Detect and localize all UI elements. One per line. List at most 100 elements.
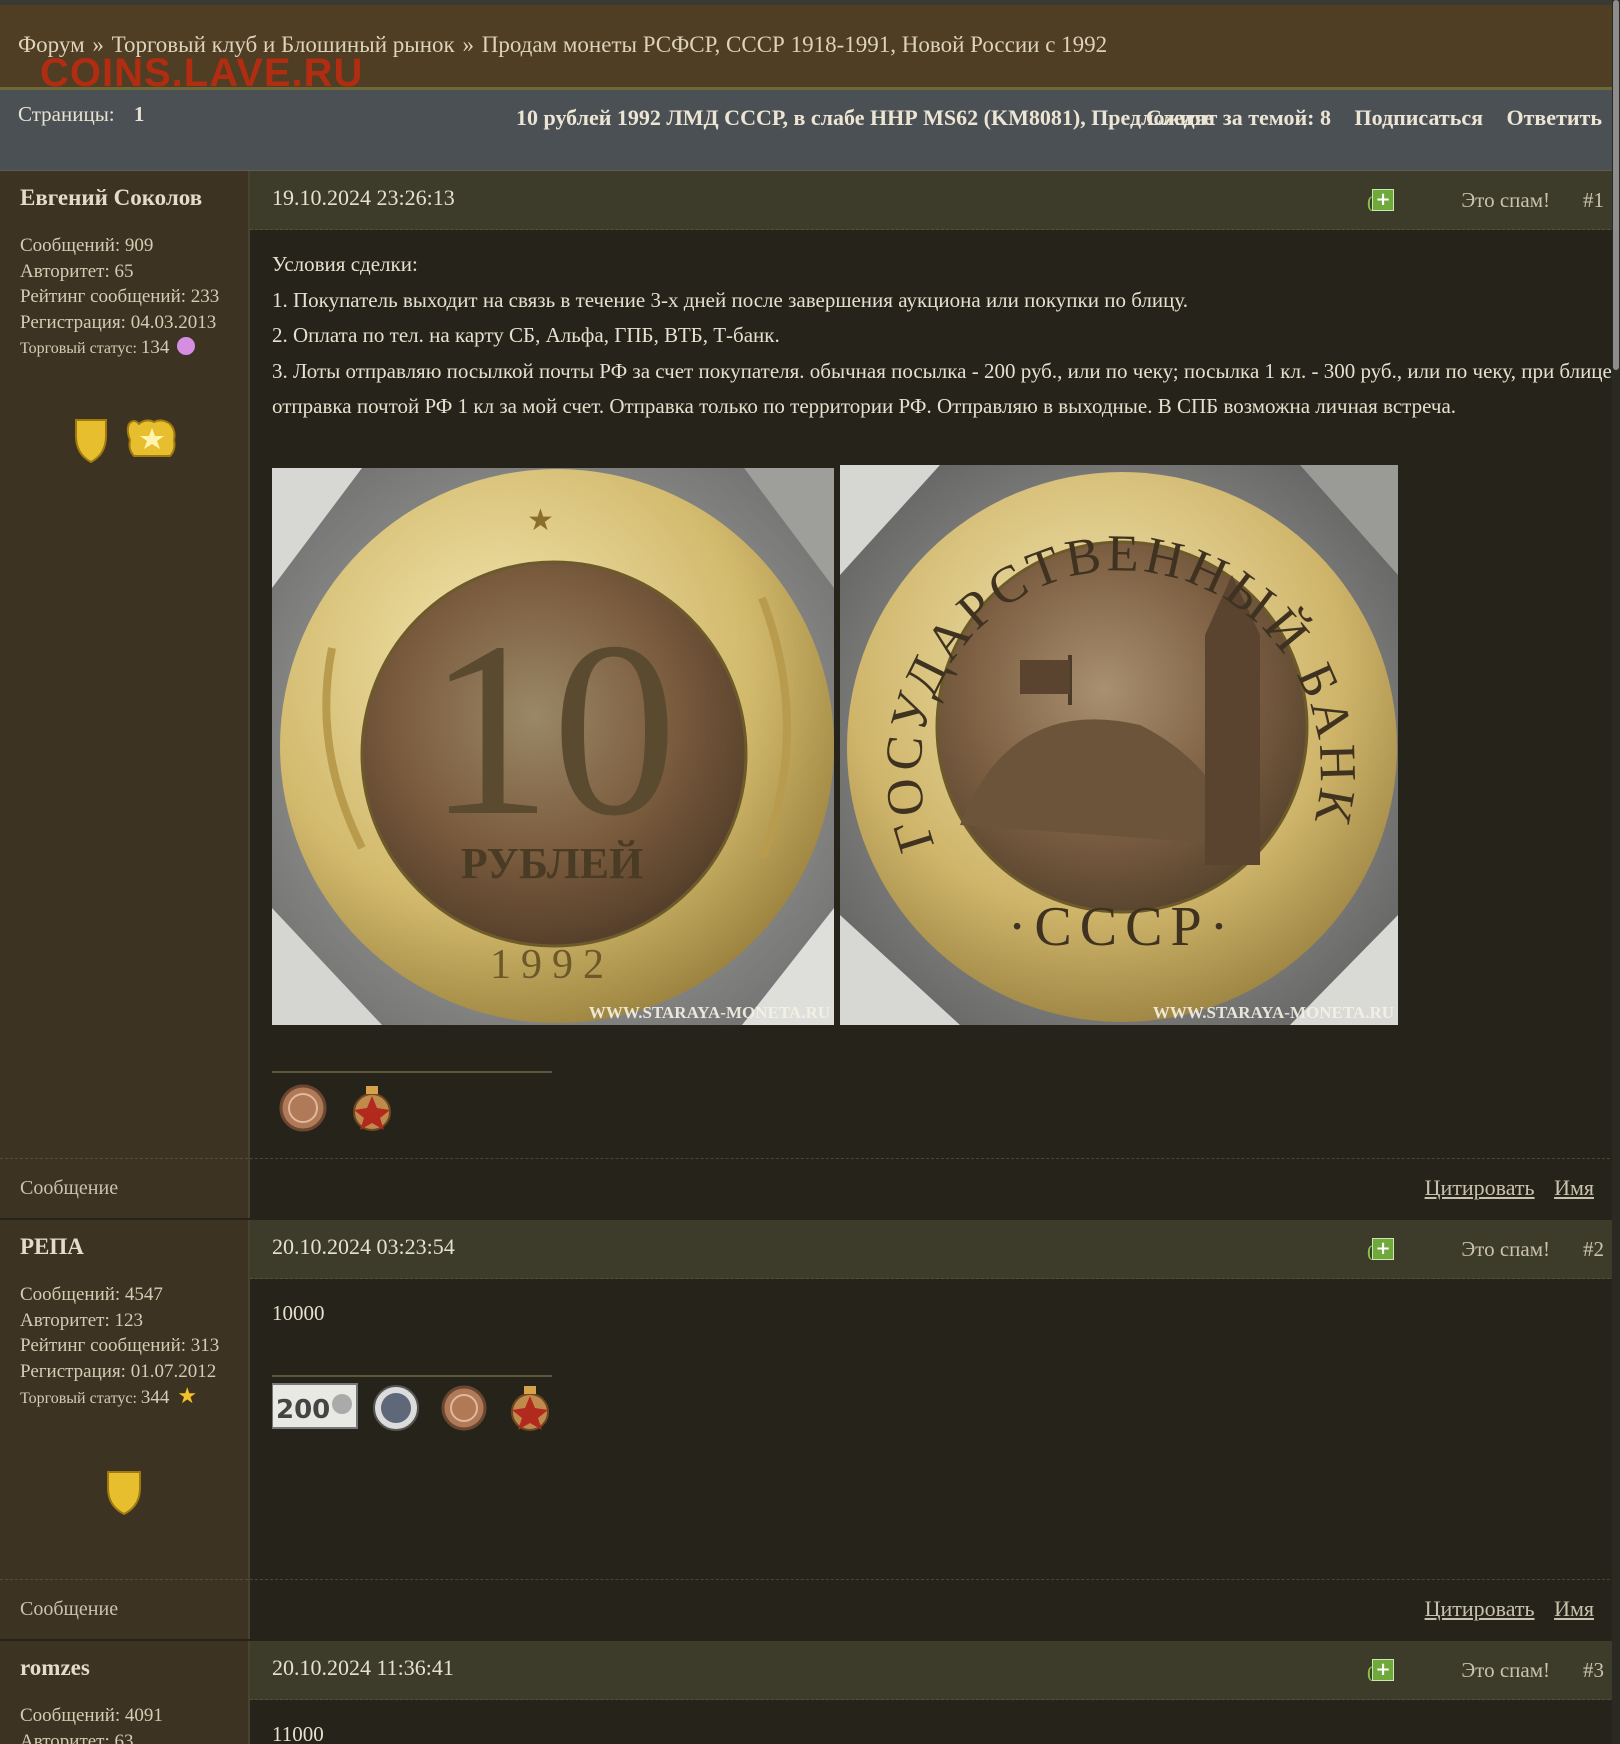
obverse-word: РУБЛЕЙ <box>461 839 643 888</box>
topic-actions: Следят за темой: 8 Подписаться Ответить <box>1128 104 1602 132</box>
post-date: 19.10.2024 23:26:13 <box>272 185 455 210</box>
author-stats: Сообщений: 4547 Авторитет: 123 Рейтинг с… <box>20 1282 235 1412</box>
author-rating: Рейтинг сообщений: 233 <box>20 286 220 307</box>
trade-status-value: 134 <box>140 337 170 358</box>
trade-status-label: Торговый статус: <box>20 1390 137 1407</box>
topic-bar: Страницы: 1 10 рублей 1992 ЛМД СССР, в с… <box>0 90 1620 171</box>
post-body-panel: 20.10.2024 11:36:41 0 + Это спам! #3 110… <box>250 1641 1620 1744</box>
pagination: Страницы: 1 <box>18 102 144 127</box>
reply-link[interactable]: Ответить <box>1507 105 1603 130</box>
post-header: 20.10.2024 03:23:54 0 + Это спам! #2 <box>250 1220 1620 1279</box>
author-authority: Авторитет: 123 <box>20 1309 144 1331</box>
user-awards: 200 <box>271 1378 562 1439</box>
pagination-current-page[interactable]: 1 <box>134 102 145 126</box>
post-1: Евгений Соколов Сообщений: 909 Авторитет… <box>0 171 1620 1218</box>
order-medal-award-icon[interactable] <box>353 1086 391 1131</box>
post-actions: Цитировать Имя <box>1411 1175 1594 1201</box>
post-3: romzes Сообщений: 4091 Авторитет: 63 20.… <box>0 1641 1620 1744</box>
shield-badges-icon <box>75 419 176 464</box>
breadcrumb-separator: » <box>462 32 474 57</box>
message-label: Сообщение <box>20 1177 119 1199</box>
scrollbar-thumb[interactable] <box>1613 0 1619 370</box>
post-text: 11000 <box>272 1717 1612 1744</box>
watermark: WWW.STARAYA-MONETA.RU <box>588 1003 830 1022</box>
banknote-200-award-icon[interactable]: 200 <box>271 1383 358 1429</box>
report-spam-link[interactable]: Это спам! <box>1461 1237 1550 1262</box>
pagination-label: Страницы: <box>18 102 115 126</box>
insert-name-link[interactable]: Имя <box>1554 1175 1594 1200</box>
post-actions: Цитировать Имя <box>1411 1596 1594 1622</box>
quote-link[interactable]: Цитировать <box>1425 1175 1535 1200</box>
author-registration: Регистрация: 04.03.2013 <box>20 311 217 333</box>
author-badges <box>0 416 248 471</box>
watermark: WWW.STARAYA-MONETA.RU <box>1152 1003 1394 1022</box>
author-messages: Сообщений: 909 <box>20 235 154 256</box>
author-authority: Авторитет: 65 <box>20 260 134 282</box>
post-date: 20.10.2024 03:23:54 <box>272 1234 455 1259</box>
status-dot-icon <box>177 337 196 355</box>
post-date: 20.10.2024 11:36:41 <box>272 1655 454 1680</box>
coin-obverse-image[interactable]: ★ 10 РУБЛЕЙ 1992 WWW.STARAYA-MONETA.RU <box>272 468 834 1025</box>
post-footer: Цитировать Имя <box>250 1579 1620 1638</box>
post-text: Условия сделки: 1. Покупатель выходит на… <box>272 247 1612 425</box>
post-text-line: 10000 <box>272 1301 325 1325</box>
plus-icon[interactable]: + <box>1372 1238 1394 1260</box>
post-number-link[interactable]: #2 <box>1583 1237 1604 1262</box>
author-authority: Авторитет: 63 <box>20 1730 134 1744</box>
author-messages: Сообщений: 4547 <box>20 1284 163 1305</box>
report-spam-link[interactable]: Это спам! <box>1461 1658 1550 1683</box>
breadcrumb-topic-link[interactable]: Продам монеты РСФСР, СССР 1918-1991, Нов… <box>482 32 1107 57</box>
quote-link[interactable]: Цитировать <box>1425 1596 1535 1621</box>
post-author-panel: Евгений Соколов Сообщений: 909 Авторитет… <box>0 171 250 1218</box>
post-header: 20.10.2024 11:36:41 0 + Это спам! #3 <box>250 1641 1620 1700</box>
post-text-line: 3. Лоты отправляю посылкой почты РФ за с… <box>272 358 1612 419</box>
author-name[interactable]: romzes <box>20 1655 90 1681</box>
signature-divider <box>272 1071 552 1073</box>
message-label: Сообщение <box>20 1598 119 1620</box>
coin-reverse-image[interactable]: ГОСУДАРСТВЕННЫЙ БАНК ·СССР· WWW.STARAYA-… <box>840 465 1398 1025</box>
post-header: 19.10.2024 23:26:13 0 + Это спам! #1 <box>250 171 1620 230</box>
post-author-panel: romzes Сообщений: 4091 Авторитет: 63 <box>0 1641 250 1744</box>
author-registration: Регистрация: 01.07.2012 <box>20 1360 217 1382</box>
author-stats: Сообщений: 909 Авторитет: 65 Рейтинг соо… <box>20 233 235 362</box>
author-name[interactable]: РЕПА <box>20 1234 84 1260</box>
post-footer-left: Сообщение <box>0 1579 248 1638</box>
post-author-panel: РЕПА Сообщений: 4547 Авторитет: 123 Рейт… <box>0 1220 250 1639</box>
author-name[interactable]: Евгений Соколов <box>20 185 202 211</box>
order-medal-award-icon[interactable] <box>511 1386 549 1431</box>
author-trade-status[interactable]: Торговый статус: 344 ★ <box>20 1384 235 1412</box>
author-badges <box>0 1468 248 1521</box>
forum-header: Форум » Торговый клуб и Блошиный рынок »… <box>0 5 1620 93</box>
trade-status-value: 344 <box>140 1387 170 1408</box>
report-spam-link[interactable]: Это спам! <box>1461 188 1550 213</box>
coin-obverse-graphic: ★ 10 РУБЛЕЙ 1992 <box>272 468 834 1025</box>
author-messages: Сообщений: 4091 <box>20 1705 163 1726</box>
coin-reverse-graphic: ГОСУДАРСТВЕННЫЙ БАНК ·СССР· <box>840 465 1398 1025</box>
post-footer-left: Сообщение <box>0 1158 248 1217</box>
author-rating: Рейтинг сообщений: 313 <box>20 1335 220 1356</box>
banknote-200-label: 200 <box>276 1395 330 1425</box>
subscribe-link[interactable]: Подписаться <box>1354 105 1483 130</box>
author-trade-status[interactable]: Торговый статус: 134 <box>20 335 235 362</box>
plus-icon[interactable]: + <box>1372 1659 1394 1681</box>
watchers-count: Следят за темой: 8 <box>1145 105 1331 130</box>
site-logo[interactable]: COINS.LAVE.RU <box>40 53 363 93</box>
insert-name-link[interactable]: Имя <box>1554 1596 1594 1621</box>
copper-coin-award-icon[interactable] <box>441 1385 487 1431</box>
post-number-link[interactable]: #3 <box>1583 1658 1604 1683</box>
post-number-link[interactable]: #1 <box>1583 188 1604 213</box>
post-footer: Цитировать Имя <box>250 1158 1620 1217</box>
post-body-panel: 20.10.2024 03:23:54 0 + Это спам! #2 100… <box>250 1220 1620 1639</box>
author-stats: Сообщений: 4091 Авторитет: 63 <box>20 1703 235 1744</box>
plus-icon[interactable]: + <box>1372 189 1394 211</box>
silver-portrait-award-icon[interactable] <box>373 1385 419 1431</box>
svg-text:★: ★ <box>527 503 554 538</box>
post-text-line: 11000 <box>272 1722 324 1744</box>
copper-coin-award-icon[interactable] <box>279 1084 327 1132</box>
scrollbar[interactable] <box>1612 0 1620 1744</box>
post-text-line: Условия сделки: <box>272 252 418 276</box>
post-text-line: 1. Покупатель выходит на связь в течение… <box>272 287 1188 312</box>
star-icon: ★ <box>177 1384 198 1409</box>
post-text: 10000 <box>272 1296 1612 1332</box>
post-text-line: 2. Оплата по тел. на карту СБ, Альфа, ГП… <box>272 323 780 347</box>
